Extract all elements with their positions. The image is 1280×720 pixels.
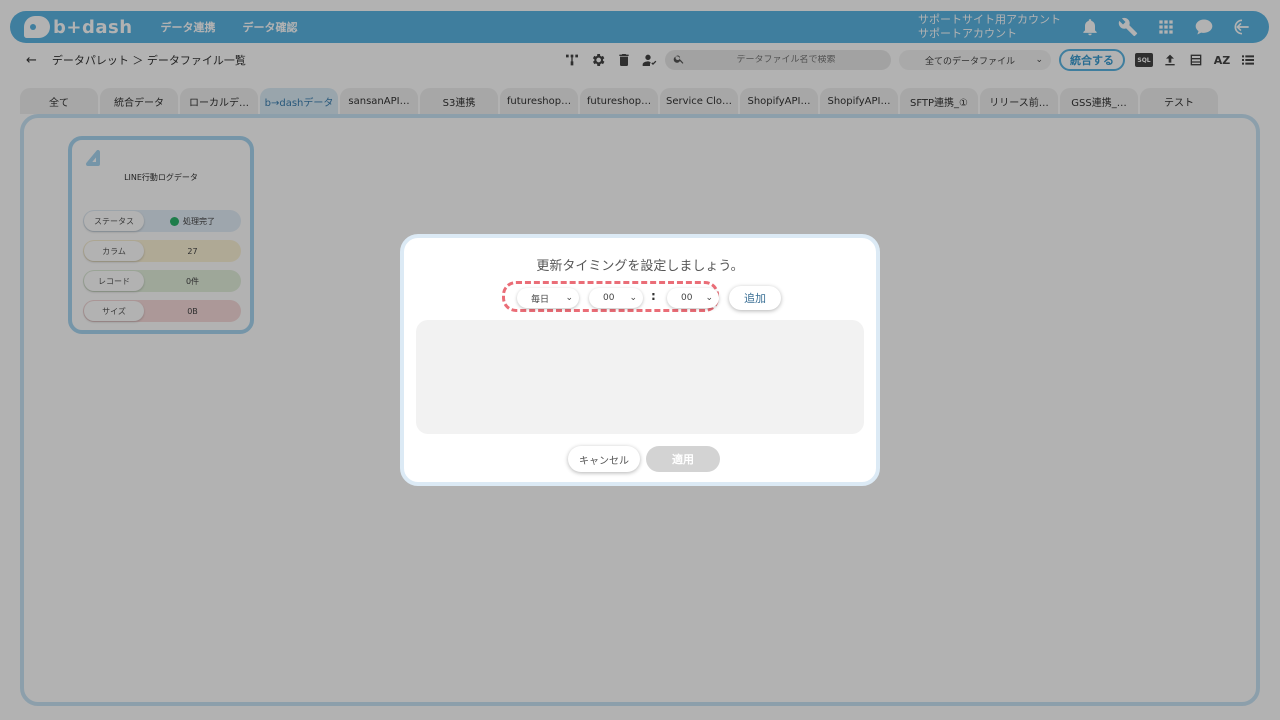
cancel-button[interactable]: キャンセル: [568, 446, 640, 472]
hour-select[interactable]: 00 ⌄: [589, 288, 643, 308]
hour-value: 00: [603, 293, 615, 303]
chevron-down-icon: ⌄: [629, 293, 637, 303]
time-selector-group: 毎日 ⌄ 00 ⌄ : 00 ⌄: [502, 281, 719, 312]
chevron-down-icon: ⌄: [705, 293, 713, 303]
add-button[interactable]: 追加: [729, 286, 781, 310]
frequency-select[interactable]: 毎日 ⌄: [517, 288, 579, 308]
time-separator: :: [651, 289, 656, 303]
frequency-value: 毎日: [531, 294, 550, 305]
apply-button[interactable]: 適用: [646, 446, 720, 472]
schedule-list: [416, 320, 864, 434]
update-timing-dialog: 更新タイミングを設定しましょう。 毎日 ⌄ 00 ⌄ : 00 ⌄ 追加 キャン…: [400, 234, 880, 486]
minute-value: 00: [681, 293, 693, 303]
chevron-down-icon: ⌄: [565, 293, 573, 303]
dialog-title: 更新タイミングを設定しましょう。: [536, 259, 744, 274]
minute-select[interactable]: 00 ⌄: [667, 288, 719, 308]
